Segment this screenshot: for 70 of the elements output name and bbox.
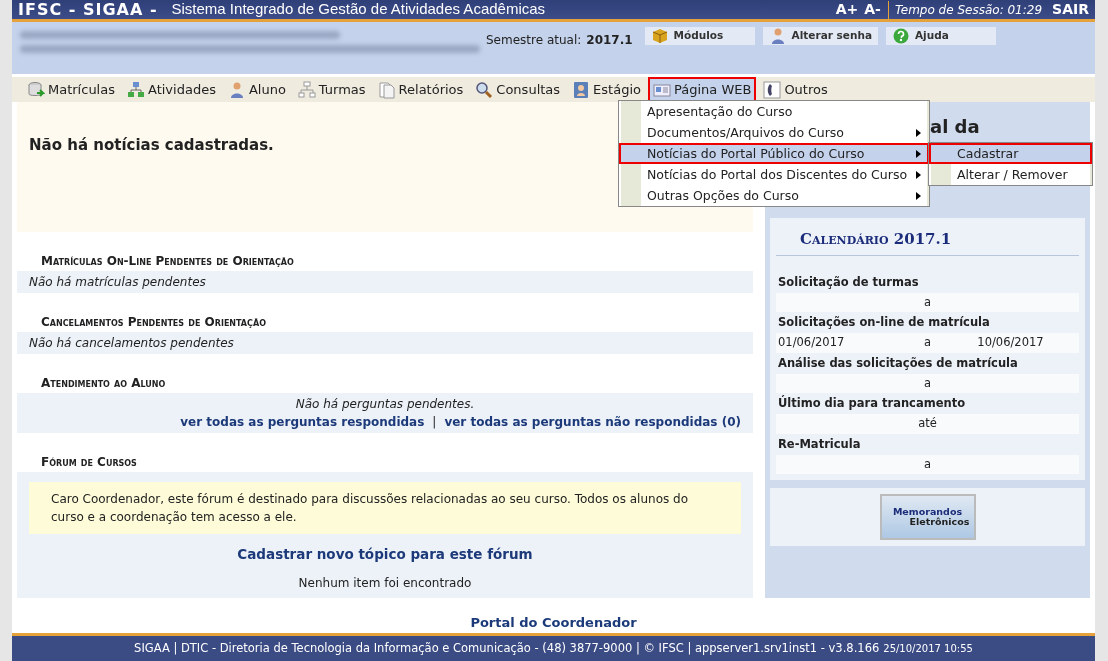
empty-message: Não há matrículas pendentes [29,275,206,289]
calendar-title: Calendário 2017.1 [776,224,1079,256]
date-separator: até [917,415,938,433]
date-separator: a [922,334,932,352]
menu-item[interactable]: Aluno [222,76,291,103]
submenu-item[interactable]: Cadastrar [929,143,1092,164]
session-timer: Tempo de Sessão: 01:29 [887,0,1043,19]
portal-heading: al da [930,116,980,137]
box-icon [650,27,669,45]
menu-item[interactable]: Atividades [122,76,221,103]
menu-item[interactable]: Turmas [292,76,371,103]
date-separator: a [922,293,932,311]
calendar-label: Re-Matricula [777,435,862,453]
menu-item[interactable]: Consultas [470,76,566,103]
submenu-arrow-icon [916,191,921,200]
logout-link[interactable]: SAIR [1052,0,1089,20]
answered-questions-link[interactable]: ver todas as perguntas respondidas [180,413,425,431]
dropdown-item[interactable]: Outras Opções do Curso [619,185,929,206]
forum-notice: Caro Coordenador, este fórum é destinado para discussões relacionadas ao seu curso. Todos os alunos do curso e a coordenação tem acesso a ele. [29,482,741,534]
calendar-label: Último dia para trancamento [777,394,967,412]
date-separator: a [922,455,932,473]
toolbar-button[interactable]: Módulos [644,27,755,45]
database-icon [27,80,45,99]
semester-label: Semestre atual: [486,32,582,49]
dropdown-item[interactable]: Documentos/Arquivos do Curso [619,122,929,143]
section-heading: Cancelamentos Pendentes de Orientação [40,314,267,331]
section-heading: Atendimento ao Aluno [40,375,167,392]
link-separator: | [432,414,437,431]
menu-item[interactable]: Matrículas [22,76,120,103]
network-icon [127,80,145,99]
hierarchy-icon [297,80,316,99]
submenu-arrow-icon [916,128,921,137]
empty-message: Não há cancelamentos pendentes [29,336,234,350]
document-icon [377,80,396,99]
date-start: 01/06/2017 [778,334,846,352]
help-icon [892,27,910,45]
system-title: Sistema Integrado de Gestão de Atividades Acadêmicas [171,0,546,20]
calendar-label: Solicitações on-line de matrícula [777,314,991,331]
new-topic-link[interactable]: Cadastrar novo tópico para este fórum [237,546,533,562]
submenu-arrow-icon [916,170,921,179]
footer-text: SIGAA | DTIC - Diretoria de Tecnologia da Informação e Comunicação - (48) 3877-9000 | © IFSC | appserver1.srv1inst1 - v3.8.166 [134,639,880,657]
submenu-arrow-icon [916,149,921,158]
memorandos-button[interactable]: Memorandos Eletrônicos [879,494,976,540]
section-heading: Fórum de Cursos [40,454,138,471]
menu-item[interactable]: Página WEB [647,76,757,103]
date-end: 10/06/2017 [977,334,1045,352]
dropdown-item[interactable]: Notícias do Portal dos Discentes do Curso [619,164,929,185]
font-decrease-button[interactable]: A- [861,0,884,20]
submenu-item[interactable]: Alterar / Remover [929,164,1092,185]
dropdown-item[interactable]: Notícias do Portal Público do Curso [619,143,929,164]
footer-timestamp: 25/10/2017 10:55 [883,642,973,656]
system-name: IFSC - SIGAA - [18,0,158,21]
menu-item[interactable]: Relatórios [372,76,469,103]
portal-link[interactable]: Portal do Coordenador [12,612,1095,633]
dropdown-item[interactable]: Apresentação do Curso [619,101,929,122]
section-heading: Matrículas On-Line Pendentes de Orientação [40,253,295,270]
calendar-label: Análise das solicitações de matrícula [777,354,1019,372]
toolbar-button[interactable]: Alterar senha [762,27,878,45]
menu-item[interactable]: Outros [758,76,833,103]
unanswered-questions-link[interactable]: ver todas as perguntas não respondidas (0) [444,413,741,431]
empty-news-message: Não há notícias cadastradas. [29,136,274,154]
toolbar-button[interactable]: Ajuda [886,27,996,45]
search-icon [475,80,494,99]
semester-value: 2017.1 [586,32,633,49]
empty-message: Nenhum item foi encontrado [298,576,472,591]
calendar-label: Solicitação de turmas [777,273,920,291]
id-badge-icon [572,80,591,99]
date-separator: a [922,374,932,392]
empty-message: Não há perguntas pendentes. [294,396,476,413]
font-increase-button[interactable]: A+ [832,0,862,20]
